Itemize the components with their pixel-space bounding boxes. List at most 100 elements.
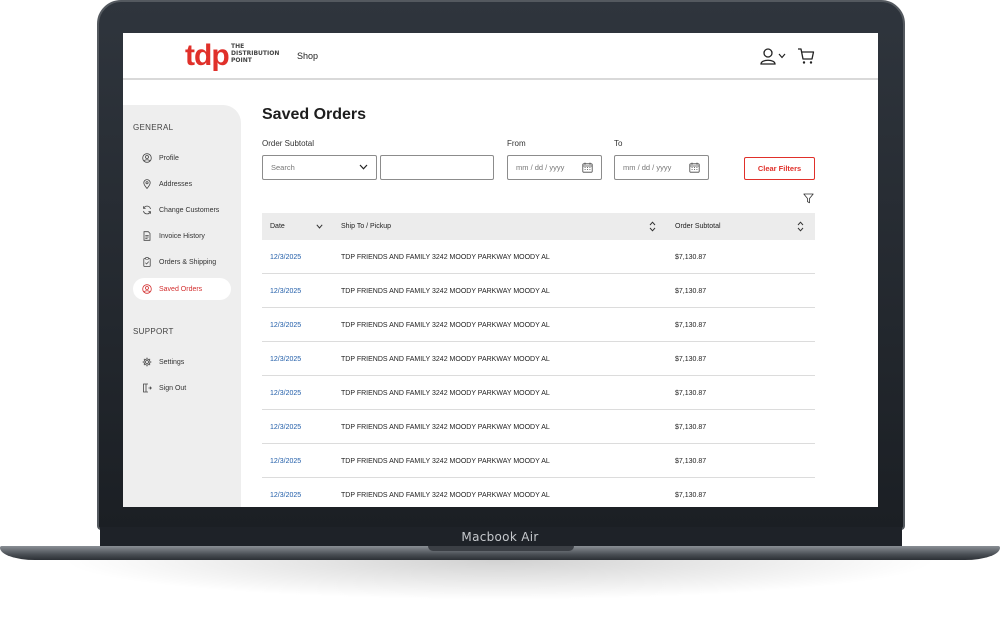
subtotal-cell: $7,130.87 xyxy=(675,423,707,431)
support-heading: SUPPORT xyxy=(133,327,174,336)
date-placeholder: mm / dd / yyyy xyxy=(623,163,672,172)
chevron-down-icon[interactable] xyxy=(778,53,786,59)
subtotal-cell: $7,130.87 xyxy=(675,355,707,363)
laptop-shadow xyxy=(60,560,940,600)
sort-icon[interactable] xyxy=(649,221,656,232)
site-header: tdp THE DISTRIBUTION POINT Shop xyxy=(123,33,878,80)
column-label: Ship To / Pickup xyxy=(341,223,392,230)
chevron-down-icon xyxy=(359,164,368,170)
saved-orders-table: Date Ship To / Pickup Order Subtotal 12/… xyxy=(262,213,815,507)
subtotal-cell: $7,130.87 xyxy=(675,253,707,261)
user-circle-icon xyxy=(142,153,152,163)
sidebar-item-profile[interactable]: Profile xyxy=(133,147,231,169)
document-icon xyxy=(143,231,151,241)
table-row[interactable]: 12/3/2025 TDP FRIENDS AND FAMILY 3242 MO… xyxy=(262,274,815,308)
column-label: Date xyxy=(270,223,285,230)
shop-link[interactable]: Shop xyxy=(297,51,318,61)
subtotal-cell: $7,130.87 xyxy=(675,321,707,329)
order-date-link[interactable]: 12/3/2025 xyxy=(270,308,301,342)
ship-to-cell: TDP FRIENDS AND FAMILY 3242 MOODY PARKWA… xyxy=(341,457,550,465)
subtotal-cell: $7,130.87 xyxy=(675,457,707,465)
table-header: Date Ship To / Pickup Order Subtotal xyxy=(262,213,815,240)
table-row[interactable]: 12/3/2025 TDP FRIENDS AND FAMILY 3242 MO… xyxy=(262,410,815,444)
logo-line: THE xyxy=(231,43,245,50)
user-account-icon[interactable] xyxy=(759,47,777,65)
to-date-input[interactable]: mm / dd / yyyy xyxy=(614,155,709,180)
clipboard-icon xyxy=(143,257,151,267)
subtotal-cell: $7,130.87 xyxy=(675,287,707,295)
date-placeholder: mm / dd / yyyy xyxy=(516,163,565,172)
page-title: Saved Orders xyxy=(262,106,367,123)
cart-icon[interactable] xyxy=(797,47,815,65)
gear-icon xyxy=(142,357,152,367)
account-sidebar: GENERAL Profile Addresses Change Custome… xyxy=(123,105,241,507)
subtotal-cell: $7,130.87 xyxy=(675,491,707,499)
table-row[interactable]: 12/3/2025 TDP FRIENDS AND FAMILY 3242 MO… xyxy=(262,376,815,410)
sidebar-item-label: Orders & Shipping xyxy=(159,258,217,266)
table-row[interactable]: 12/3/2025 TDP FRIENDS AND FAMILY 3242 MO… xyxy=(262,308,815,342)
filter-icon[interactable] xyxy=(803,193,814,204)
subtotal-value-input[interactable] xyxy=(380,155,494,180)
ship-to-cell: TDP FRIENDS AND FAMILY 3242 MOODY PARKWA… xyxy=(341,355,550,363)
clear-filters-button[interactable]: Clear Filters xyxy=(744,157,815,180)
sort-icon[interactable] xyxy=(797,221,804,232)
sidebar-item-label: Invoice History xyxy=(159,232,205,240)
to-label: To xyxy=(614,139,623,148)
saved-orders-icon xyxy=(142,284,152,294)
sidebar-item-label: Change Customers xyxy=(159,206,220,214)
app-screen: tdp THE DISTRIBUTION POINT Shop GENERAL xyxy=(123,33,878,507)
order-date-link[interactable]: 12/3/2025 xyxy=(270,274,301,308)
order-date-link[interactable]: 12/3/2025 xyxy=(270,376,301,410)
subtotal-cell: $7,130.87 xyxy=(675,389,707,397)
sidebar-item-orders-shipping[interactable]: Orders & Shipping xyxy=(133,251,231,273)
laptop-notch xyxy=(428,546,574,551)
sidebar-item-change-customers[interactable]: Change Customers xyxy=(133,199,231,221)
ship-to-cell: TDP FRIENDS AND FAMILY 3242 MOODY PARKWA… xyxy=(341,491,550,499)
sign-out-icon xyxy=(143,383,152,393)
column-header-ship-to[interactable]: Ship To / Pickup xyxy=(341,213,391,240)
select-placeholder: Search xyxy=(271,163,295,172)
ship-to-cell: TDP FRIENDS AND FAMILY 3242 MOODY PARKWA… xyxy=(341,287,550,295)
ship-to-cell: TDP FRIENDS AND FAMILY 3242 MOODY PARKWA… xyxy=(341,389,550,397)
ship-to-cell: TDP FRIENDS AND FAMILY 3242 MOODY PARKWA… xyxy=(341,253,550,261)
sidebar-item-settings[interactable]: Settings xyxy=(133,351,231,373)
logo[interactable]: tdp xyxy=(185,39,230,73)
order-date-link[interactable]: 12/3/2025 xyxy=(270,342,301,376)
logo-line: DISTRIBUTION xyxy=(231,50,280,57)
sidebar-item-label: Settings xyxy=(159,358,185,366)
sidebar-item-label: Profile xyxy=(159,154,179,162)
order-date-link[interactable]: 12/3/2025 xyxy=(270,410,301,444)
device-label: Macbook Air xyxy=(461,530,539,544)
sidebar-item-addresses[interactable]: Addresses xyxy=(133,173,231,195)
logo-wordmark: THE DISTRIBUTION POINT xyxy=(231,43,291,64)
logo-line: POINT xyxy=(231,57,252,64)
table-row[interactable]: 12/3/2025 TDP FRIENDS AND FAMILY 3242 MO… xyxy=(262,444,815,478)
map-pin-icon xyxy=(143,179,151,189)
chevron-down-icon[interactable] xyxy=(316,224,323,229)
ship-to-cell: TDP FRIENDS AND FAMILY 3242 MOODY PARKWA… xyxy=(341,423,550,431)
column-label: Order Subtotal xyxy=(675,223,721,230)
calendar-icon[interactable] xyxy=(582,162,593,173)
order-date-link[interactable]: 12/3/2025 xyxy=(270,478,301,507)
sidebar-item-saved-orders[interactable]: Saved Orders xyxy=(133,278,231,300)
general-heading: GENERAL xyxy=(133,123,174,132)
column-header-order-subtotal[interactable]: Order Subtotal xyxy=(675,213,721,240)
from-date-input[interactable]: mm / dd / yyyy xyxy=(507,155,602,180)
column-header-date[interactable]: Date xyxy=(270,213,285,240)
order-date-link[interactable]: 12/3/2025 xyxy=(270,240,301,274)
ship-to-cell: TDP FRIENDS AND FAMILY 3242 MOODY PARKWA… xyxy=(341,321,550,329)
sidebar-item-label: Addresses xyxy=(159,180,193,188)
order-date-link[interactable]: 12/3/2025 xyxy=(270,444,301,478)
table-row[interactable]: 12/3/2025 TDP FRIENDS AND FAMILY 3242 MO… xyxy=(262,478,815,507)
sidebar-item-sign-out[interactable]: Sign Out xyxy=(133,377,231,399)
sidebar-item-label: Saved Orders xyxy=(159,285,203,293)
sidebar-item-label: Sign Out xyxy=(159,384,187,392)
sidebar-item-invoice-history[interactable]: Invoice History xyxy=(133,225,231,247)
table-row[interactable]: 12/3/2025 TDP FRIENDS AND FAMILY 3242 MO… xyxy=(262,240,815,274)
from-label: From xyxy=(507,139,526,148)
order-subtotal-label: Order Subtotal xyxy=(262,139,315,148)
refresh-icon xyxy=(143,205,151,215)
subtotal-operator-select[interactable]: Search xyxy=(262,155,377,180)
table-row[interactable]: 12/3/2025 TDP FRIENDS AND FAMILY 3242 MO… xyxy=(262,342,815,376)
calendar-icon[interactable] xyxy=(689,162,700,173)
